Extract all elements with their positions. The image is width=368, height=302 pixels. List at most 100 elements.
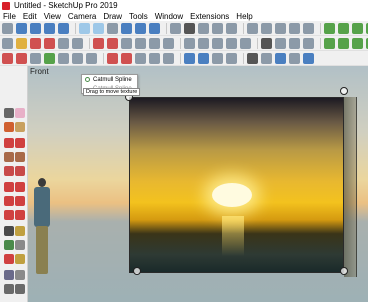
texture-pin-bottom-right[interactable] <box>340 267 348 275</box>
fillet-icon[interactable] <box>226 52 237 64</box>
arc-tool-icon[interactable] <box>44 37 55 49</box>
plant-icon[interactable] <box>338 37 349 49</box>
eraser-tool-icon[interactable] <box>16 37 27 49</box>
zoom-left-icon[interactable] <box>4 284 14 294</box>
tree-icon[interactable] <box>324 37 335 49</box>
intersect-icon[interactable] <box>275 37 286 49</box>
warehouse-icon[interactable] <box>198 22 209 34</box>
follow-me-icon[interactable] <box>184 52 195 64</box>
zoom-window-icon[interactable] <box>15 284 25 294</box>
rectangle-tool-icon[interactable] <box>58 37 69 49</box>
offset-tool-icon[interactable] <box>135 37 146 49</box>
export-icon[interactable] <box>275 52 286 64</box>
import-icon[interactable] <box>261 52 272 64</box>
menu-window[interactable]: Window <box>155 12 183 21</box>
monitor-icon[interactable] <box>247 52 258 64</box>
model-viewport[interactable]: Front Catmull Spline Catmull Spline <box>28 66 368 302</box>
extension-warehouse-icon[interactable] <box>212 22 223 34</box>
right-view-icon[interactable] <box>58 22 69 34</box>
sandbox-icon[interactable] <box>324 22 335 34</box>
catmull-spline-icon[interactable] <box>44 52 55 64</box>
eraser-icon[interactable] <box>15 108 25 118</box>
rotate-tool-icon[interactable] <box>107 37 118 49</box>
scenes-icon[interactable] <box>289 22 300 34</box>
sandbox-scratch-icon[interactable] <box>338 22 349 34</box>
curve-join-icon[interactable] <box>121 52 132 64</box>
spline-icon[interactable] <box>72 52 83 64</box>
dimension-icon[interactable] <box>15 226 25 236</box>
layers-icon[interactable] <box>275 22 286 34</box>
followme-icon[interactable] <box>15 196 25 206</box>
smoove-icon[interactable] <box>352 22 363 34</box>
pushpull-icon[interactable] <box>15 182 25 192</box>
menu-file[interactable]: File <box>3 12 16 21</box>
scale-figure[interactable] <box>30 178 54 278</box>
top-view-icon[interactable] <box>30 22 41 34</box>
hidden-line-icon[interactable] <box>135 22 146 34</box>
styles-icon[interactable] <box>261 22 272 34</box>
bezier-icon[interactable] <box>16 52 27 64</box>
menu-camera[interactable]: Camera <box>68 12 96 21</box>
round-corner-icon[interactable] <box>212 52 223 64</box>
left-view-icon[interactable] <box>93 22 104 34</box>
share-model-icon[interactable] <box>226 22 237 34</box>
pan-left-icon[interactable] <box>15 270 25 280</box>
3d-text-icon[interactable] <box>15 254 25 264</box>
menu-tools[interactable]: Tools <box>129 12 148 21</box>
join-push-icon[interactable] <box>198 52 209 64</box>
move-tool-icon[interactable] <box>93 37 104 49</box>
text-icon[interactable] <box>15 240 25 250</box>
offset-icon[interactable] <box>15 210 25 220</box>
rectangle-icon[interactable] <box>4 152 14 162</box>
paint-icon[interactable] <box>4 122 14 132</box>
polygon-icon[interactable] <box>4 166 14 176</box>
line-tool-icon[interactable] <box>30 37 41 49</box>
pushpull-tool-icon[interactable] <box>72 37 83 49</box>
line-icon[interactable] <box>4 138 14 148</box>
polyline-icon[interactable] <box>30 52 41 64</box>
menu-draw[interactable]: Draw <box>103 12 122 21</box>
select-tool-icon[interactable] <box>2 37 13 49</box>
subtract-icon[interactable] <box>303 37 314 49</box>
pan-icon[interactable] <box>212 37 223 49</box>
back-view-icon[interactable] <box>79 22 90 34</box>
curve-split-icon[interactable] <box>135 52 146 64</box>
text-tool-icon[interactable] <box>163 37 174 49</box>
section-plane-icon[interactable] <box>170 22 181 34</box>
arc-icon[interactable] <box>15 138 25 148</box>
xray-icon[interactable] <box>107 22 118 34</box>
tape-measure-icon[interactable] <box>149 37 160 49</box>
axes-icon[interactable] <box>4 254 14 264</box>
zoom-icon[interactable] <box>226 37 237 49</box>
menu-extensions[interactable]: Extensions <box>190 12 229 21</box>
menu-view[interactable]: View <box>44 12 61 21</box>
pencil-icon[interactable] <box>15 122 25 132</box>
shadows-icon[interactable] <box>303 22 314 34</box>
texture-pin-top-right[interactable] <box>340 87 348 95</box>
sunset-texture-face[interactable] <box>129 97 344 273</box>
rotate-icon[interactable] <box>4 196 14 206</box>
cubic-bezier-icon[interactable] <box>58 52 69 64</box>
shrub-icon[interactable] <box>352 37 363 49</box>
menu-help[interactable]: Help <box>236 12 252 21</box>
circle-icon[interactable] <box>15 152 25 162</box>
divider-icon[interactable] <box>86 52 97 64</box>
scale-icon[interactable] <box>4 210 14 220</box>
freehand-icon[interactable] <box>2 52 13 64</box>
menu-edit[interactable]: Edit <box>23 12 37 21</box>
orbit-left-icon[interactable] <box>4 270 14 280</box>
protractor-icon[interactable] <box>4 240 14 250</box>
wireframe-icon[interactable] <box>121 22 132 34</box>
paint-bucket-icon[interactable] <box>184 37 195 49</box>
move-icon[interactable] <box>4 182 14 192</box>
tape-icon[interactable] <box>4 226 14 236</box>
zoom-extents-icon[interactable] <box>240 37 251 49</box>
layout-icon[interactable] <box>247 22 258 34</box>
orbit-icon[interactable] <box>198 37 209 49</box>
scale-tool-icon[interactable] <box>121 37 132 49</box>
texture-pin-bottom-left[interactable] <box>133 267 141 275</box>
extrude-icon[interactable] <box>149 52 160 64</box>
arrows-icon[interactable] <box>303 52 314 64</box>
curve-edit-icon[interactable] <box>107 52 118 64</box>
iso-view-icon[interactable] <box>16 22 27 34</box>
